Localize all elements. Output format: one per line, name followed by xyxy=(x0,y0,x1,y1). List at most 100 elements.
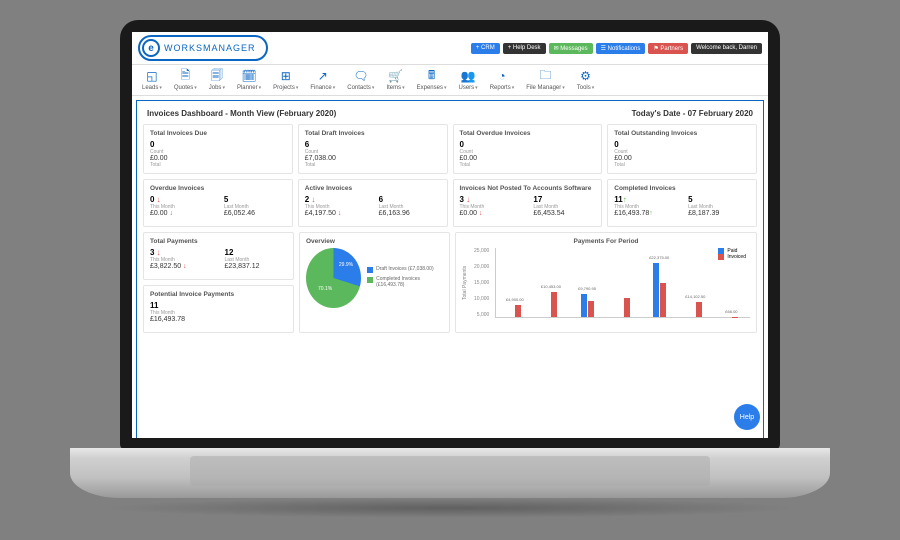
card-count: 0 xyxy=(460,140,596,149)
card-total: £0.00 xyxy=(150,155,286,162)
header-tag[interactable]: Welcome back, Darren xyxy=(691,43,762,54)
nav-label: Jobs xyxy=(209,85,225,91)
nav-label: Planner xyxy=(237,85,261,91)
nav-label: Quotes xyxy=(174,85,197,91)
card-total-label: Total xyxy=(305,162,441,168)
leads-icon: ◱ xyxy=(145,69,159,83)
laptop-base xyxy=(70,448,830,498)
card-title: Payments For Period xyxy=(462,238,750,245)
contacts-icon: 🗨 xyxy=(354,69,368,83)
items-icon: 🛒 xyxy=(389,69,403,83)
bar xyxy=(515,305,521,317)
header-tag[interactable]: ⚑ Partners xyxy=(648,43,688,54)
nav-item-items[interactable]: 🛒 Items xyxy=(386,69,404,91)
nav-item-users[interactable]: 👥Users xyxy=(459,69,478,91)
bar xyxy=(653,263,659,317)
card-title: Total Payments xyxy=(150,238,287,245)
card-title: Overdue Invoices xyxy=(150,185,286,192)
nav-item-leads[interactable]: ◱ Leads xyxy=(142,69,162,91)
quotes-icon: 🗎 xyxy=(178,69,192,83)
nav-item-file-manager[interactable]: 🗀 File Manager xyxy=(526,69,565,91)
header-tag-bar: + CRM+ Help Desk✉ Messages☰ Notification… xyxy=(471,43,762,54)
comparison-card: Active Invoices2 ↓This Month£4,197.50 ↓6… xyxy=(298,179,448,227)
bar xyxy=(551,292,557,317)
bar-group: £4,900.00 xyxy=(498,305,531,317)
bar-value-label: £4,900.00 xyxy=(506,297,524,302)
arrow-down-icon: ↓ xyxy=(311,195,315,204)
nav-label: Leads xyxy=(142,85,162,91)
app-screen: e WORKSMANAGER + CRM+ Help Desk✉ Message… xyxy=(132,32,768,438)
card-title: Total Draft Invoices xyxy=(305,130,441,137)
card-total: £0.00 xyxy=(614,155,750,162)
app-header: e WORKSMANAGER + CRM+ Help Desk✉ Message… xyxy=(132,32,768,65)
bar-value-label: £9,790.95 xyxy=(578,286,596,291)
arrow-up-icon: ↑ xyxy=(649,210,653,217)
nav-item-reports[interactable]: ◔Reports xyxy=(490,69,515,91)
header-tag[interactable]: ☰ Notifications xyxy=(596,43,646,54)
card-total: £0.00 xyxy=(460,155,596,162)
card-title: Total Overdue Invoices xyxy=(460,130,596,137)
bar-ylabel: Total Payments xyxy=(462,248,468,318)
nav-item-jobs[interactable]: 🗐Jobs xyxy=(209,69,225,91)
logo[interactable]: e WORKSMANAGER xyxy=(138,35,268,61)
card-total: £7,038.00 xyxy=(305,155,441,162)
tools-icon: ⚙ xyxy=(579,69,593,83)
arrow-up-icon: ↑ xyxy=(623,195,627,204)
nav-label: Projects xyxy=(273,85,298,91)
card-count: 0 xyxy=(614,140,750,149)
summary-card: Total Overdue Invoices0Count£0.00Total xyxy=(453,124,603,174)
nav-item-tools[interactable]: ⚙Tools xyxy=(577,69,595,91)
card-title: Total Invoices Due xyxy=(150,130,286,137)
card-title: Active Invoices xyxy=(305,185,441,192)
arrow-down-icon: ↓ xyxy=(466,195,470,204)
nav-item-quotes[interactable]: 🗎 Quotes xyxy=(174,69,197,91)
bar-group: £14,102.50 xyxy=(679,302,712,317)
nav-label: Items xyxy=(386,85,404,91)
finance-icon: ↗ xyxy=(316,69,330,83)
nav-item-finance[interactable]: ↗ Finance xyxy=(310,69,335,91)
header-tag[interactable]: + Help Desk xyxy=(503,43,546,54)
card-title: Invoices Not Posted To Accounts Software xyxy=(460,185,596,192)
header-tag[interactable]: + CRM xyxy=(471,43,500,54)
bar-value-label: £14,102.50 xyxy=(685,294,705,299)
bar-group xyxy=(607,298,640,317)
bar-group: £22,375.00 xyxy=(643,263,676,317)
pie-legend: Draft Invoices (£7,038.00)Completed Invo… xyxy=(367,266,443,291)
file manager-icon: 🗀 xyxy=(538,69,552,83)
bar-value-label: £10,453.00 xyxy=(541,284,561,289)
summary-card: Total Draft Invoices6Count£7,038.00Total xyxy=(298,124,448,174)
legend-item: Invoiced xyxy=(718,254,746,260)
summary-card: Total Outstanding Invoices0Count£0.00Tot… xyxy=(607,124,757,174)
nav-label: File Manager xyxy=(526,85,565,91)
logo-text: WORKSMANAGER xyxy=(164,43,256,53)
arrow-down-icon: ↓ xyxy=(183,263,187,270)
card-title: Overview xyxy=(306,238,443,245)
bar xyxy=(696,302,702,317)
nav-item-contacts[interactable]: 🗨 Contacts xyxy=(347,69,374,91)
card-payments-bar: Payments For Period Total Payments 25,00… xyxy=(455,232,757,333)
bar-value-label: £66.00 xyxy=(725,309,737,314)
nav-item-expenses[interactable]: 🖩Expenses xyxy=(417,69,447,91)
nav-label: Contacts xyxy=(347,85,374,91)
nav-label: Finance xyxy=(310,85,335,91)
nav-label: Expenses xyxy=(417,85,447,91)
help-button[interactable]: Help xyxy=(734,404,760,430)
header-tag[interactable]: ✉ Messages xyxy=(549,43,593,54)
card-overview-pie: Overview 29.9% 70.1% Draft Invoices (£7,… xyxy=(299,232,450,333)
arrow-down-icon: ↓ xyxy=(479,210,483,217)
dashboard-date: Today's Date - 07 February 2020 xyxy=(632,109,753,118)
nav-item-planner[interactable]: 🗓 Planner xyxy=(237,69,261,91)
bar-value-label: £22,375.00 xyxy=(649,255,669,260)
arrow-down-icon: ↓ xyxy=(157,248,161,257)
nav-item-projects[interactable]: ⊞Projects xyxy=(273,69,298,91)
bar xyxy=(588,301,594,317)
laptop-frame: e WORKSMANAGER + CRM+ Help Desk✉ Message… xyxy=(120,20,780,450)
dashboard-title: Invoices Dashboard - Month View (Februar… xyxy=(147,109,336,118)
bar-group: £9,790.95 xyxy=(570,294,603,317)
dashboard-panel: Invoices Dashboard - Month View (Februar… xyxy=(136,100,764,438)
planner-icon: 🗓 xyxy=(242,69,256,83)
nav-label: Users xyxy=(459,85,478,91)
comparison-card: Overdue Invoices0 ↓This Month£0.00 ↓5Las… xyxy=(143,179,293,227)
card-total-payments: Total Payments 3 ↓ This Month £3,822.50 … xyxy=(143,232,294,280)
summary-card: Total Invoices Due0Count£0.00Total xyxy=(143,124,293,174)
